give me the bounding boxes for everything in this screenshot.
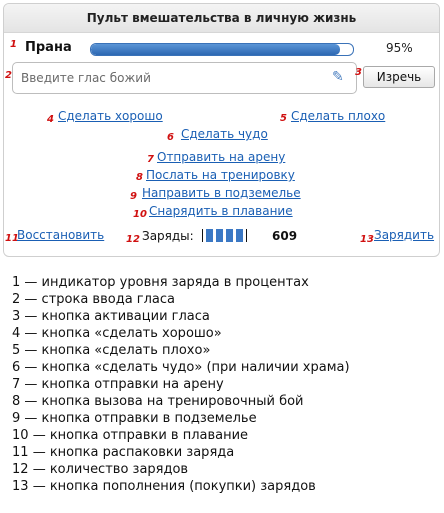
legend-text: — кнопка активации гласа [24, 309, 210, 324]
charges-label: Заряды: [142, 229, 194, 243]
legend-text: — индикатор уровня заряда в процентах [24, 275, 309, 290]
marker-6: 6 [167, 132, 174, 143]
legend-item: 9 — кнопка отправки в подземелье [12, 410, 350, 427]
legend-number: 12 [12, 462, 29, 477]
legend-number: 13 [12, 479, 29, 494]
legend-item: 1 — индикатор уровня заряда в процентах [12, 274, 350, 291]
quill-icon: ✎ [332, 69, 344, 85]
legend-item: 12 — количество зарядов [12, 461, 350, 478]
charges-bar-edge [202, 229, 203, 242]
send-to-arena-button[interactable]: Отправить на арену [157, 150, 285, 164]
legend-text: — кнопка отправки в плавание [32, 428, 249, 443]
legend-number: 7 [12, 377, 21, 392]
marker-13: 13 [360, 234, 374, 245]
voice-input[interactable] [12, 62, 357, 94]
marker-3: 3 [355, 67, 362, 78]
prana-level-bar [90, 43, 354, 56]
legend-item: 13 — кнопка пополнения (покупки) зарядов [12, 478, 350, 495]
legend-number: 10 [12, 428, 29, 443]
panel-title: Пульт вмешательства в личную жизнь [4, 4, 439, 33]
restore-charge-button[interactable]: Восстановить [17, 228, 104, 242]
legend-text: — строка ввода гласа [24, 292, 176, 307]
do-miracle-button[interactable]: Сделать чудо [181, 127, 268, 141]
legend-text: — кнопка «сделать чудо» (при наличии хра… [24, 360, 350, 375]
charge-segment [226, 229, 233, 242]
marker-4: 4 [47, 114, 54, 125]
legend-number: 2 [12, 292, 21, 307]
legend-text: — кнопка распаковки заряда [32, 445, 235, 460]
charges-bar-edge [246, 229, 247, 242]
charge-segment [236, 229, 243, 242]
legend-item: 7 — кнопка отправки на арену [12, 376, 350, 393]
marker-1: 1 [10, 39, 17, 50]
legend-list: 1 — индикатор уровня заряда в процентах 2… [12, 274, 350, 495]
legend-number: 8 [12, 394, 21, 409]
charge-segment [216, 229, 223, 242]
legend-number: 5 [12, 343, 21, 358]
legend-text: — кнопка «сделать плохо» [24, 343, 211, 358]
legend-text: — кнопка «сделать хорошо» [24, 326, 222, 341]
send-sailing-button[interactable]: Снарядить в плавание [149, 204, 293, 218]
legend-text: — кнопка пополнения (покупки) зарядов [32, 479, 316, 494]
send-to-training-button[interactable]: Послать на тренировку [146, 168, 295, 182]
legend-text: — кнопка отправки в подземелье [24, 411, 257, 426]
marker-8: 8 [136, 172, 143, 183]
legend-item: 6 — кнопка «сделать чудо» (при наличии х… [12, 359, 350, 376]
marker-2: 2 [5, 70, 12, 81]
charges-count: 609 [272, 229, 298, 243]
do-bad-button[interactable]: Сделать плохо [291, 109, 385, 123]
legend-number: 9 [12, 411, 21, 426]
do-good-button[interactable]: Сделать хорошо [58, 109, 163, 123]
recharge-button[interactable]: Зарядить [374, 228, 434, 242]
prana-label: Прана [25, 40, 72, 55]
legend-item: 2 — строка ввода гласа [12, 291, 350, 308]
legend-number: 6 [12, 360, 21, 375]
legend-item: 10 — кнопка отправки в плавание [12, 427, 350, 444]
marker-12: 12 [126, 234, 140, 245]
legend-item: 8 — кнопка вызова на тренировочный бой [12, 393, 350, 410]
legend-item: 11 — кнопка распаковки заряда [12, 444, 350, 461]
intervention-panel: Пульт вмешательства в личную жизнь 1 Пра… [3, 3, 440, 257]
marker-9: 9 [130, 191, 137, 202]
prana-percent: 95% [386, 41, 413, 55]
marker-5: 5 [280, 113, 287, 124]
send-to-dungeon-button[interactable]: Направить в подземелье [142, 186, 301, 200]
speak-button[interactable]: Изречь [363, 66, 435, 88]
legend-item: 4 — кнопка «сделать хорошо» [12, 325, 350, 342]
prana-level-fill [91, 44, 340, 55]
charges-bar [202, 229, 247, 242]
legend-text: — кнопка вызова на тренировочный бой [24, 394, 304, 409]
legend-item: 3 — кнопка активации гласа [12, 308, 350, 325]
legend-number: 3 [12, 309, 21, 324]
legend-item: 5 — кнопка «сделать плохо» [12, 342, 350, 359]
marker-10: 10 [133, 209, 147, 220]
marker-7: 7 [147, 154, 154, 165]
legend-text: — количество зарядов [32, 462, 189, 477]
legend-number: 1 [12, 275, 21, 290]
legend-number: 4 [12, 326, 21, 341]
legend-text: — кнопка отправки на арену [24, 377, 224, 392]
charge-segment [206, 229, 213, 242]
legend-number: 11 [12, 445, 29, 460]
